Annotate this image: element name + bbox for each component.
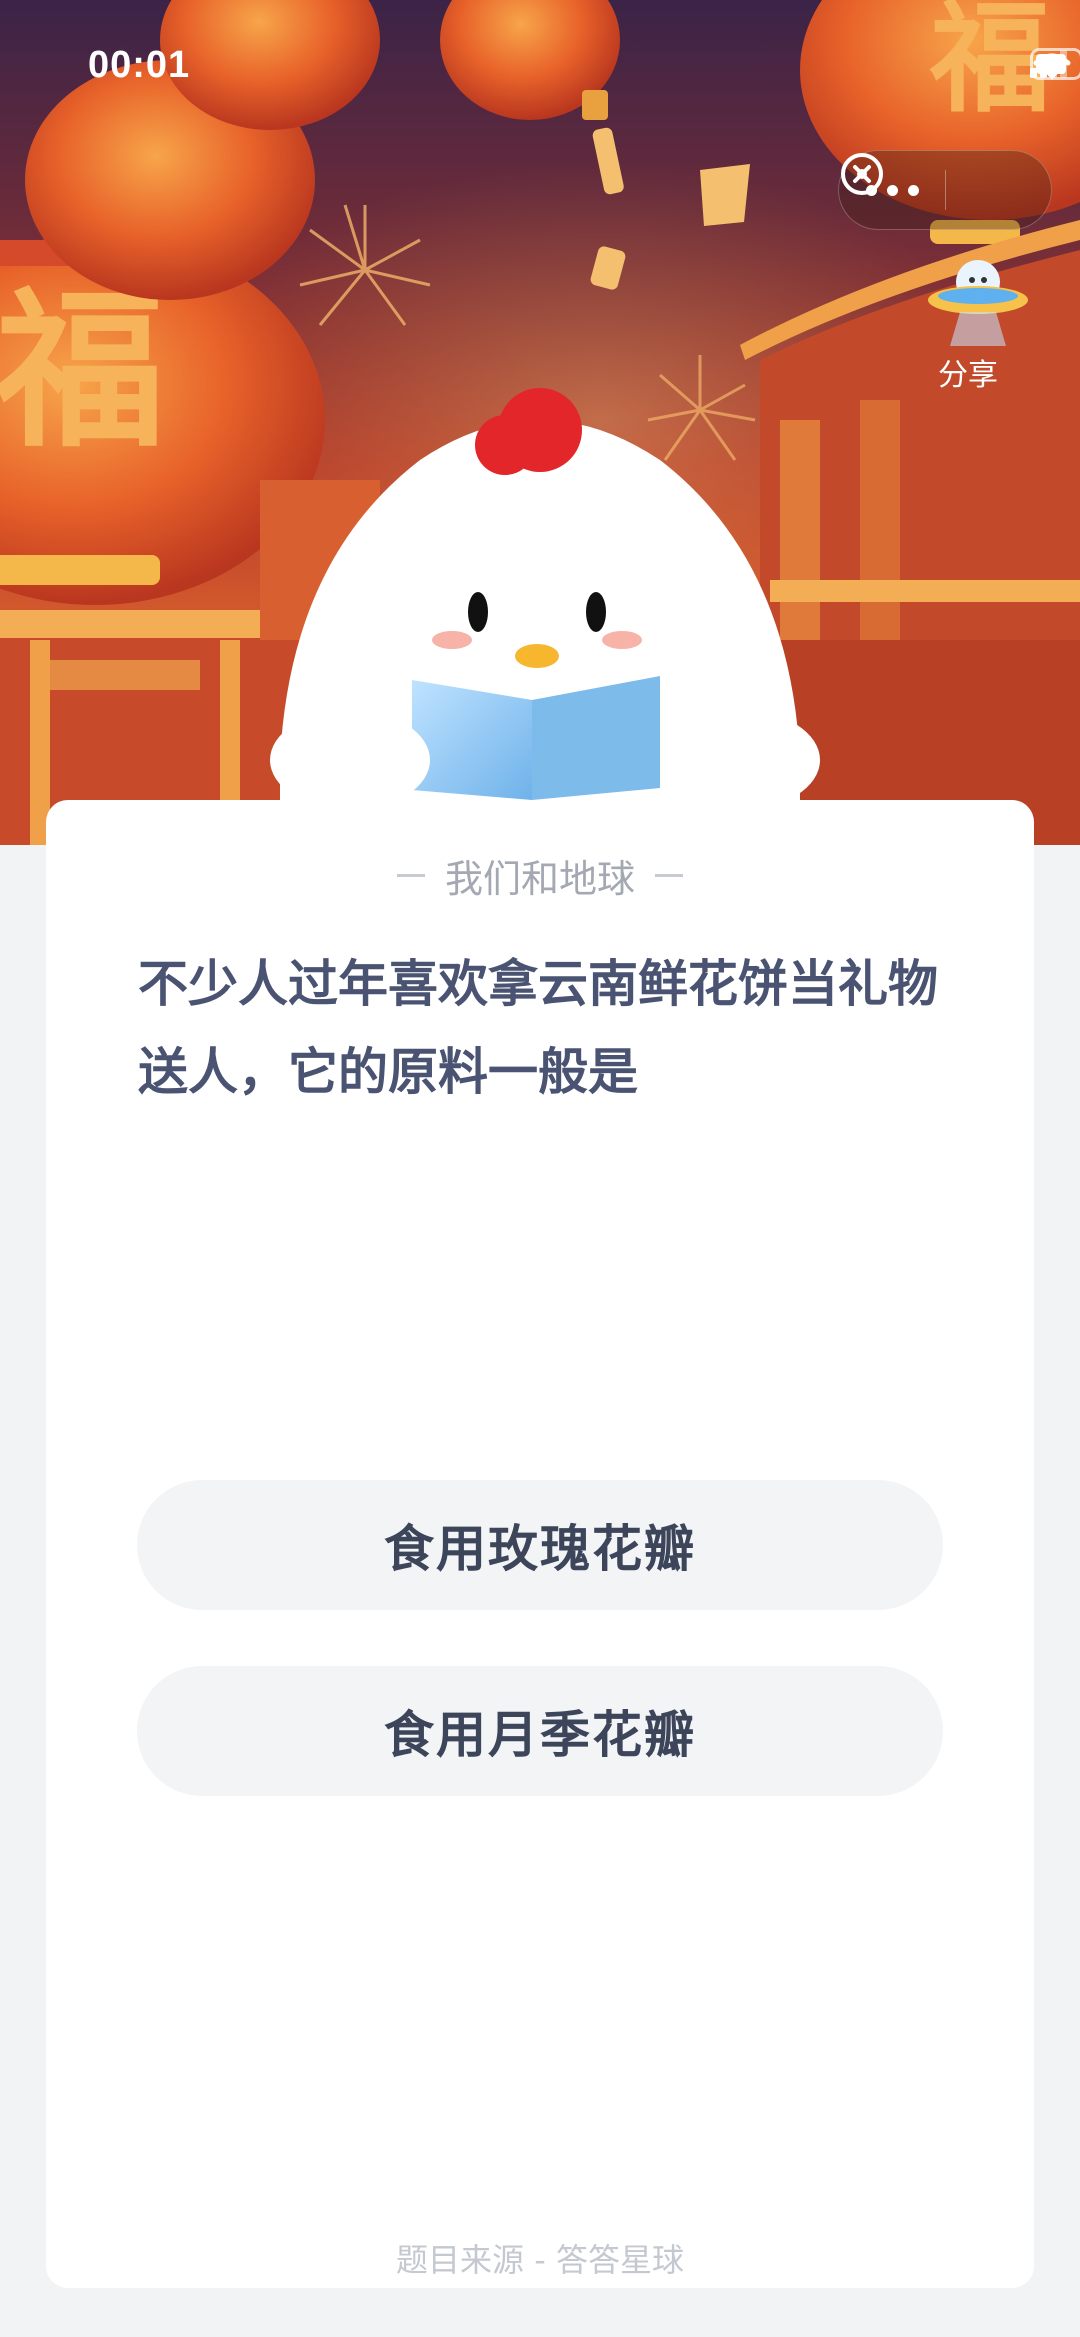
ufo-mascot-icon <box>928 260 1028 346</box>
close-circle-icon[interactable] <box>841 150 1051 230</box>
battery-icon <box>1030 48 1080 80</box>
quiz-category: 我们和地球 <box>46 848 1034 903</box>
answer-option-1[interactable]: 食用玫瑰花瓣 <box>137 1480 943 1610</box>
category-label: 我们和地球 <box>444 857 635 901</box>
hero-illustration: 福 福 <box>0 0 1080 845</box>
share-button[interactable]: 分享 <box>920 250 1030 400</box>
mini-program-capsule <box>838 150 1052 230</box>
category-left-dash <box>396 874 425 877</box>
category-right-dash <box>655 874 683 877</box>
answer-option-2[interactable]: 食用月季花瓣 <box>137 1666 943 1796</box>
hero-banner: 福 福 00:01 分享 <box>0 0 1080 845</box>
share-label: 分享 <box>938 358 998 393</box>
svg-text:福: 福 <box>0 271 165 471</box>
question-source: 题目来源 - 答答星球 <box>396 2241 684 2279</box>
question-text: 不少人过年喜欢拿云南鲜花饼当礼物送人，它的原料一般是 <box>138 955 938 1101</box>
status-time: 00:01 <box>88 44 191 86</box>
quiz-card: 我们和地球 不少人过年喜欢拿云南鲜花饼当礼物送人，它的原料一般是 食用玫瑰花瓣 … <box>46 800 1034 2288</box>
